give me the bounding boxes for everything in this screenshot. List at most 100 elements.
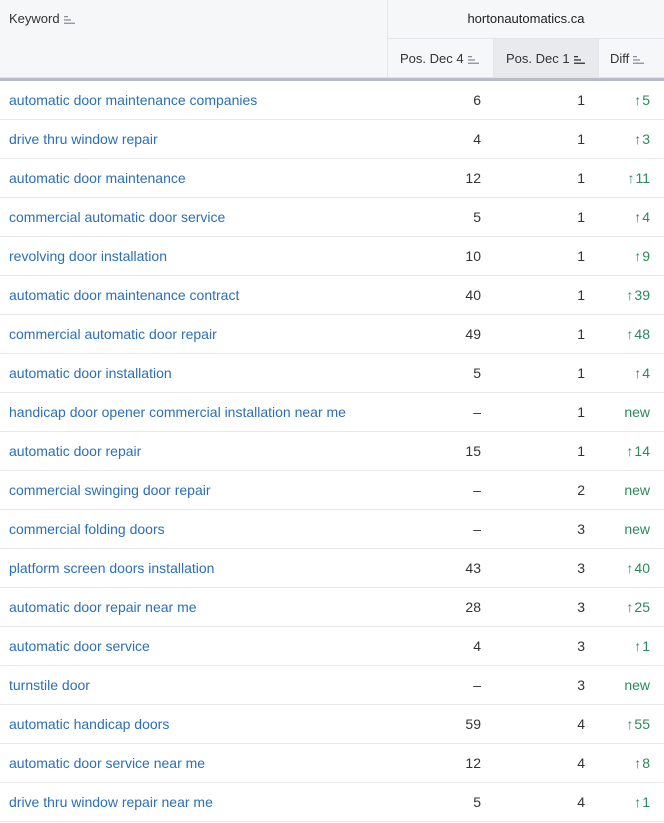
sort-active-icon[interactable]: [573, 55, 586, 65]
pos-curr-header-label: Pos. Dec 1: [506, 51, 570, 66]
sort-icon[interactable]: [63, 15, 76, 25]
position-prev: 4: [473, 638, 481, 654]
sort-icon[interactable]: [633, 55, 645, 65]
arrow-up-icon: ↑: [634, 209, 642, 225]
position-diff: ↑5: [599, 81, 650, 119]
table-row: drive thru window repair 4 1 ↑3: [0, 120, 664, 159]
position-curr: 3: [577, 521, 585, 537]
table-row: automatic door service near me 12 4 ↑8: [0, 744, 664, 783]
position-prev: –: [473, 521, 481, 537]
position-prev: 43: [465, 560, 481, 576]
table-row: automatic door repair near me 28 3 ↑25: [0, 588, 664, 627]
pos-curr-column-header[interactable]: Pos. Dec 1: [494, 39, 599, 77]
table-row: commercial automatic door repair 49 1 ↑48: [0, 315, 664, 354]
diff-value: 5: [642, 92, 650, 108]
arrow-up-icon: ↑: [634, 92, 642, 108]
table-row: automatic door installation 5 1 ↑4: [0, 354, 664, 393]
position-diff: ↑3: [599, 120, 650, 158]
arrow-up-icon: ↑: [634, 248, 642, 264]
diff-value: 39: [634, 287, 650, 303]
arrow-up-icon: ↑: [634, 365, 642, 381]
table-row: automatic door maintenance companies 6 1 ↑5: [0, 81, 664, 120]
keyword-link[interactable]: automatic door maintenance: [9, 159, 186, 197]
diff-value: new: [624, 482, 650, 498]
diff-value: 55: [634, 716, 650, 732]
keyword-link[interactable]: commercial swinging door repair: [9, 471, 211, 509]
position-diff: ↑48: [599, 315, 650, 353]
keyword-link[interactable]: automatic door maintenance companies: [9, 81, 257, 119]
position-curr: 3: [577, 599, 585, 615]
keyword-link[interactable]: commercial folding doors: [9, 510, 165, 548]
position-prev: 6: [473, 92, 481, 108]
table-row: automatic handicap doors 59 4 ↑55: [0, 705, 664, 744]
table-row: commercial swinging door repair – 2 new: [0, 471, 664, 510]
arrow-up-icon: ↑: [627, 170, 635, 186]
position-prev: 28: [465, 599, 481, 615]
position-prev: 15: [465, 443, 481, 459]
arrow-up-icon: ↑: [626, 716, 634, 732]
table-row: automatic door maintenance contract 40 1 ↑3…: [0, 276, 664, 315]
table-row: commercial folding doors – 3 new: [0, 510, 664, 549]
position-diff: new: [599, 471, 650, 509]
diff-value: 9: [642, 248, 650, 264]
position-curr: 1: [577, 131, 585, 147]
keyword-link[interactable]: handicap door opener commercial installa…: [9, 393, 346, 431]
diff-value: new: [624, 521, 650, 537]
keyword-link[interactable]: drive thru window repair near me: [9, 783, 213, 821]
position-diff: new: [599, 510, 650, 548]
arrow-up-icon: ↑: [626, 560, 634, 576]
position-diff: ↑39: [599, 276, 650, 314]
position-curr: 1: [577, 248, 585, 264]
diff-value: 1: [642, 794, 650, 810]
keyword-link[interactable]: automatic door service: [9, 627, 150, 665]
position-prev: –: [473, 404, 481, 420]
diff-value: 4: [642, 209, 650, 225]
table-body: automatic door maintenance companies 6 1 ↑5…: [0, 81, 664, 822]
sort-icon[interactable]: [467, 55, 480, 65]
table-row: turnstile door – 3 new: [0, 666, 664, 705]
position-diff: ↑8: [599, 744, 650, 782]
keyword-column-header[interactable]: Keyword: [0, 0, 388, 77]
keyword-link[interactable]: automatic door repair near me: [9, 588, 197, 626]
position-prev: 49: [465, 326, 481, 342]
pos-prev-column-header[interactable]: Pos. Dec 4: [388, 39, 494, 77]
position-diff: new: [599, 666, 650, 704]
position-diff: ↑9: [599, 237, 650, 275]
arrow-up-icon: ↑: [626, 443, 634, 459]
position-curr: 4: [577, 716, 585, 732]
diff-value: 1: [642, 638, 650, 654]
position-prev: –: [473, 677, 481, 693]
pos-prev-header-label: Pos. Dec 4: [400, 51, 464, 66]
keyword-link[interactable]: automatic handicap doors: [9, 705, 169, 743]
position-diff: ↑4: [599, 354, 650, 392]
keyword-link[interactable]: platform screen doors installation: [9, 549, 214, 587]
position-curr: 1: [577, 170, 585, 186]
keyword-link[interactable]: automatic door repair: [9, 432, 141, 470]
keyword-link[interactable]: turnstile door: [9, 666, 90, 704]
position-curr: 3: [577, 677, 585, 693]
position-prev: 12: [465, 170, 481, 186]
diff-value: 48: [634, 326, 650, 342]
keyword-link[interactable]: commercial automatic door service: [9, 198, 225, 236]
keyword-link[interactable]: automatic door service near me: [9, 744, 205, 782]
table-row: revolving door installation 10 1 ↑9: [0, 237, 664, 276]
keyword-link[interactable]: revolving door installation: [9, 237, 167, 275]
diff-value: 25: [634, 599, 650, 615]
keyword-link[interactable]: drive thru window repair: [9, 120, 158, 158]
table-row: automatic door repair 15 1 ↑14: [0, 432, 664, 471]
position-curr: 1: [577, 92, 585, 108]
table-row: handicap door opener commercial installa…: [0, 393, 664, 432]
arrow-up-icon: ↑: [634, 794, 642, 810]
keyword-link[interactable]: commercial automatic door repair: [9, 315, 217, 353]
arrow-up-icon: ↑: [626, 326, 634, 342]
diff-column-header[interactable]: Diff: [599, 39, 664, 77]
position-diff: new: [599, 393, 650, 431]
position-curr: 4: [577, 794, 585, 810]
table-row: commercial automatic door service 5 1 ↑4: [0, 198, 664, 237]
position-diff: ↑4: [599, 198, 650, 236]
position-curr: 1: [577, 443, 585, 459]
keyword-link[interactable]: automatic door installation: [9, 354, 172, 392]
position-prev: –: [473, 482, 481, 498]
position-prev: 59: [465, 716, 481, 732]
keyword-link[interactable]: automatic door maintenance contract: [9, 276, 239, 314]
